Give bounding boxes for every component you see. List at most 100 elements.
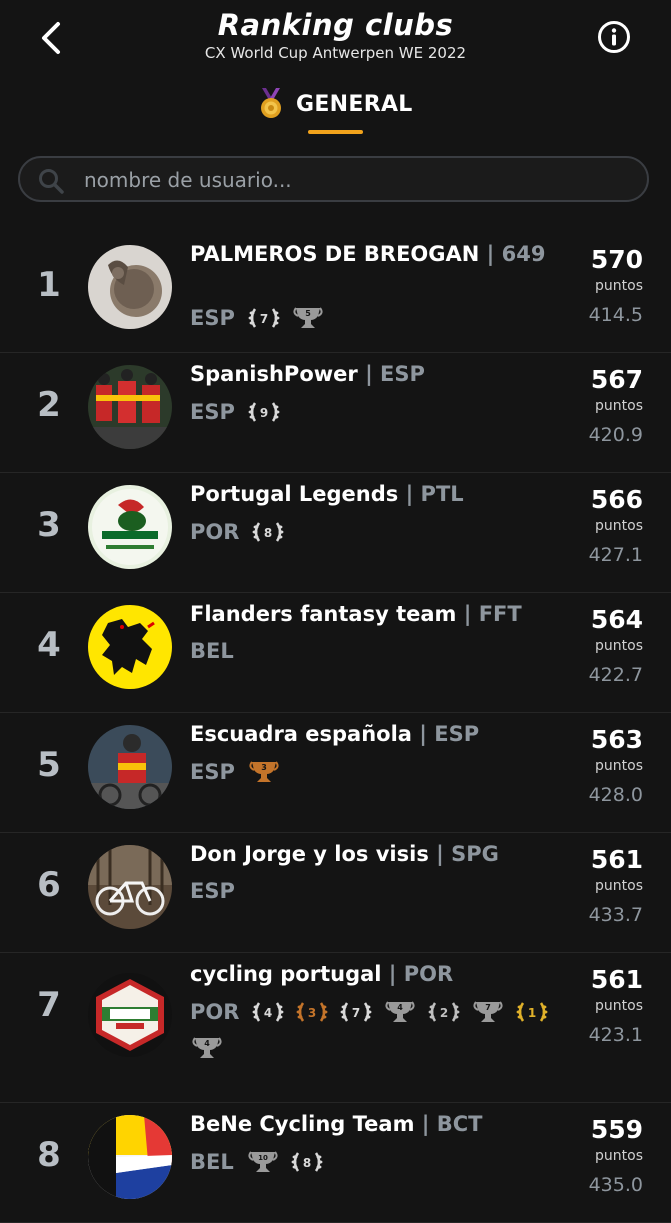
laurel-badge-icon: 1 bbox=[515, 999, 549, 1025]
medal-icon bbox=[261, 88, 281, 118]
club-avatar[interactable] bbox=[88, 1115, 172, 1199]
points-block: 561 puntos 423.1 bbox=[589, 965, 643, 1049]
club-meta: ESP 7 5 bbox=[190, 305, 560, 331]
rank-number: 7 bbox=[37, 985, 61, 1025]
club-avatar[interactable] bbox=[88, 365, 172, 449]
trophy-badge-icon: 4 bbox=[190, 1035, 224, 1061]
title-block: Ranking clubs CX World Cup Antwerpen WE … bbox=[0, 8, 671, 62]
club-code: | POR bbox=[388, 962, 454, 986]
svg-text:7: 7 bbox=[352, 1006, 360, 1020]
laurel-badge-icon: 8 bbox=[290, 1149, 324, 1175]
club-avatar[interactable] bbox=[88, 605, 172, 689]
club-name-line[interactable]: Escuadra española | ESP bbox=[190, 719, 550, 749]
points-label: puntos bbox=[595, 998, 643, 1014]
ranking-row[interactable]: 8 BeNe Cycling Team | BCT BEL 10 8 559 puntos 4… bbox=[0, 1103, 671, 1223]
ranking-row[interactable]: 5 Escuadra española | ESP ESP 3 563 puntos 428… bbox=[0, 713, 671, 833]
tab-general[interactable]: GENERAL bbox=[258, 88, 413, 120]
points-value: 559 bbox=[590, 1115, 643, 1144]
club-avatar[interactable] bbox=[88, 845, 172, 929]
club-name-line[interactable]: Portugal Legends | PTL bbox=[190, 479, 550, 509]
club-code: | ESP bbox=[365, 362, 425, 386]
club-name-line[interactable]: SpanishPower | ESP bbox=[190, 359, 550, 389]
club-code: | PTL bbox=[405, 482, 464, 506]
ranking-row[interactable]: 2 SpanishPower | ESP ESP 9 567 puntos 420.9 bbox=[0, 353, 671, 473]
club-name: Flanders fantasy team bbox=[190, 602, 457, 626]
club-name-line[interactable]: cycling portugal | POR bbox=[190, 959, 550, 989]
club-avatar[interactable] bbox=[88, 973, 172, 1057]
ranking-row[interactable]: 7 cycling portugal | POR POR 4 3 7 4 2 7 1 4 561 pun… bbox=[0, 953, 671, 1103]
points-value: 570 bbox=[590, 245, 643, 274]
country-code: ESP bbox=[190, 760, 235, 784]
points-value: 566 bbox=[590, 485, 643, 514]
trophy-badge-icon: 3 bbox=[247, 759, 281, 785]
points-block: 567 puntos 420.9 bbox=[589, 365, 643, 449]
club-meta: ESP bbox=[190, 879, 560, 903]
svg-text:4: 4 bbox=[264, 1006, 272, 1020]
search-input[interactable] bbox=[82, 166, 606, 194]
secondary-score: 427.1 bbox=[588, 544, 643, 566]
laurel-badge-icon: 3 bbox=[295, 999, 329, 1025]
points-value: 567 bbox=[590, 365, 643, 394]
club-name: Portugal Legends bbox=[190, 482, 399, 506]
secondary-score: 435.0 bbox=[588, 1174, 643, 1196]
ranking-list: 1 PALMEROS DE BREOGAN | 649 ESP 7 5 570 puntos… bbox=[0, 233, 671, 1223]
svg-text:10: 10 bbox=[258, 1154, 268, 1162]
points-value: 563 bbox=[590, 725, 643, 754]
laurel-badge-icon: 7 bbox=[247, 305, 281, 331]
secondary-score: 433.7 bbox=[588, 904, 643, 926]
laurel-badge-icon: 4 bbox=[251, 999, 285, 1025]
club-avatar[interactable] bbox=[88, 725, 172, 809]
club-meta: BEL bbox=[190, 639, 560, 663]
svg-text:2: 2 bbox=[440, 1006, 448, 1020]
laurel-badge-icon: 2 bbox=[427, 999, 461, 1025]
points-block: 564 puntos 422.7 bbox=[589, 605, 643, 689]
club-code: | ESP bbox=[419, 722, 480, 746]
page-title: Ranking clubs bbox=[217, 8, 454, 42]
svg-text:8: 8 bbox=[303, 1156, 311, 1170]
club-avatar[interactable] bbox=[88, 245, 172, 329]
rank-number: 3 bbox=[37, 505, 61, 545]
tab-bar: GENERAL bbox=[0, 80, 671, 148]
points-label: puntos bbox=[595, 398, 643, 414]
svg-text:7: 7 bbox=[260, 312, 268, 326]
rank-number: 2 bbox=[37, 385, 61, 425]
rank-number: 5 bbox=[37, 745, 61, 785]
secondary-score: 414.5 bbox=[588, 304, 643, 326]
ranking-row[interactable]: 6 Don Jorge y los visis | SPG ESP 561 puntos… bbox=[0, 833, 671, 953]
ranking-row[interactable]: 1 PALMEROS DE BREOGAN | 649 ESP 7 5 570 puntos… bbox=[0, 233, 671, 353]
points-value: 561 bbox=[590, 845, 643, 874]
svg-text:9: 9 bbox=[260, 406, 268, 420]
search-bar bbox=[18, 156, 649, 202]
club-name-line[interactable]: Flanders fantasy team | FFT bbox=[190, 599, 550, 629]
points-block: 563 puntos 428.0 bbox=[589, 725, 643, 809]
svg-text:1: 1 bbox=[528, 1006, 536, 1020]
club-code: | SPG bbox=[436, 842, 499, 866]
ranking-row[interactable]: 3 Portugal Legends | PTL POR 8 566 puntos 427.… bbox=[0, 473, 671, 593]
points-label: puntos bbox=[595, 1148, 643, 1164]
country-code: POR bbox=[190, 1000, 240, 1024]
club-name-line[interactable]: PALMEROS DE BREOGAN | 649 bbox=[190, 239, 550, 269]
trophy-badge-icon: 7 bbox=[471, 999, 505, 1025]
country-code: ESP bbox=[190, 400, 235, 424]
country-code: BEL bbox=[190, 639, 234, 663]
laurel-badge-icon: 8 bbox=[251, 519, 285, 545]
club-name-line[interactable]: BeNe Cycling Team | BCT bbox=[190, 1109, 550, 1139]
club-name-line[interactable]: Don Jorge y los visis | SPG bbox=[190, 839, 550, 869]
secondary-score: 422.7 bbox=[588, 664, 643, 686]
rank-number: 8 bbox=[37, 1135, 61, 1175]
svg-text:3: 3 bbox=[261, 763, 267, 772]
points-label: puntos bbox=[595, 638, 643, 654]
info-button[interactable] bbox=[597, 20, 631, 54]
points-label: puntos bbox=[595, 758, 643, 774]
club-avatar[interactable] bbox=[88, 485, 172, 569]
points-label: puntos bbox=[595, 878, 643, 894]
rank-number: 4 bbox=[37, 625, 61, 665]
rank-number: 6 bbox=[37, 865, 61, 905]
club-name: Escuadra española bbox=[190, 722, 412, 746]
ranking-row[interactable]: 4 Flanders fantasy team | FFT BEL 564 puntos… bbox=[0, 593, 671, 713]
svg-text:7: 7 bbox=[486, 1003, 492, 1012]
points-block: 570 puntos 414.5 bbox=[589, 245, 643, 329]
svg-text:8: 8 bbox=[264, 526, 272, 540]
trophy-badge-icon: 4 bbox=[383, 999, 417, 1025]
club-meta: BEL 10 8 bbox=[190, 1149, 560, 1175]
